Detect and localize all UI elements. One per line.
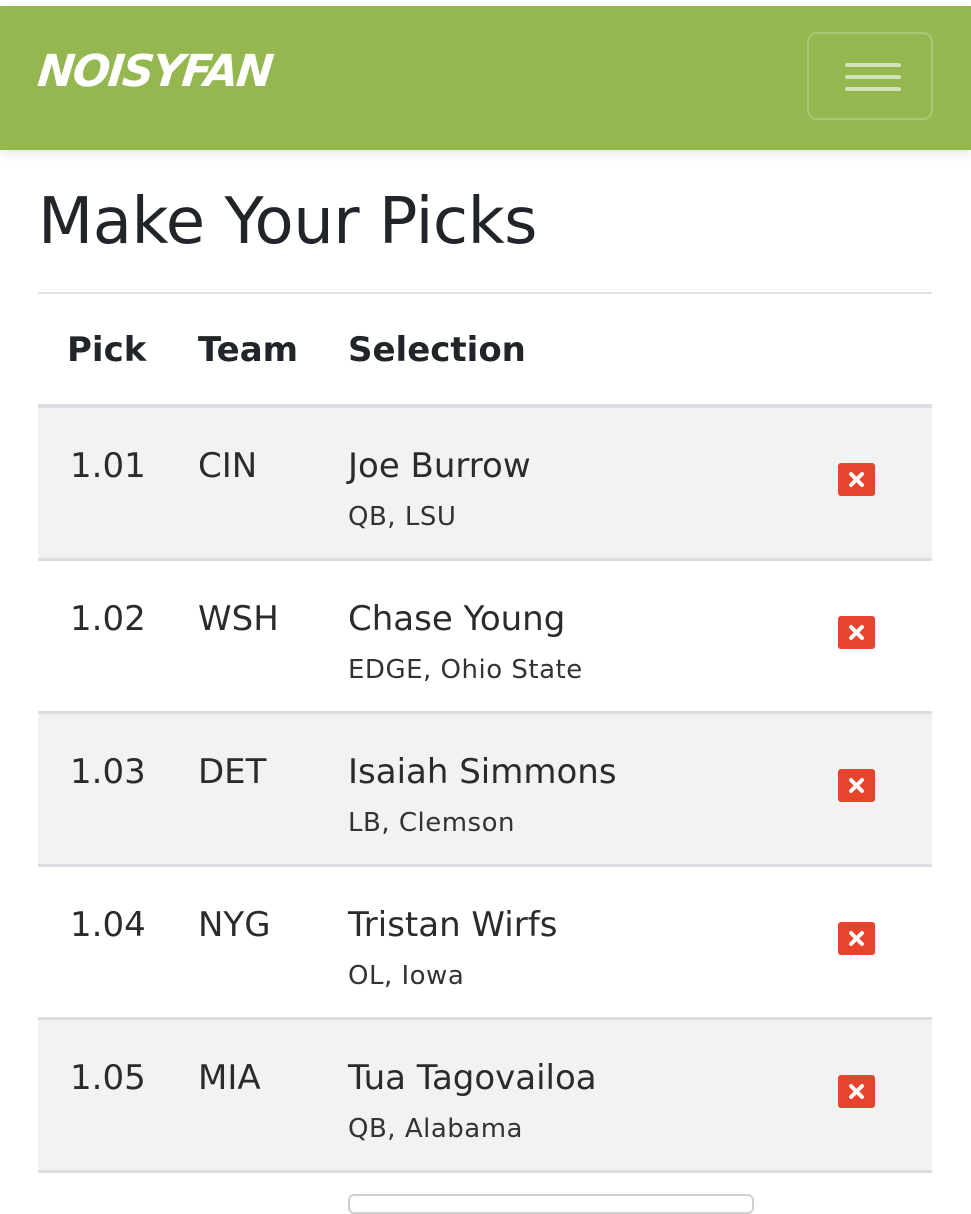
- pick-number: 1.02: [70, 599, 146, 639]
- picks-table: Pick Team Selection 1.01 CIN Joe Burrow …: [38, 292, 932, 1173]
- player-position-school: EDGE, Ohio State: [348, 655, 583, 685]
- player-name: Tristan Wirfs: [348, 905, 558, 945]
- column-header-pick: Pick: [67, 330, 147, 370]
- table-row: 1.01 CIN Joe Burrow QB, LSU: [38, 408, 932, 561]
- table-row: 1.02 WSH Chase Young EDGE, Ohio State: [38, 561, 932, 714]
- pick-number: 1.03: [70, 752, 146, 792]
- pick-number: 1.05: [70, 1058, 146, 1098]
- team-abbrev: DET: [198, 752, 267, 792]
- remove-pick-button[interactable]: [838, 769, 875, 802]
- player-position-school: QB, LSU: [348, 502, 457, 532]
- table-header: Pick Team Selection: [38, 294, 932, 408]
- next-pick-selector[interactable]: [348, 1194, 754, 1214]
- close-icon: [849, 472, 864, 487]
- player-position-school: QB, Alabama: [348, 1114, 523, 1144]
- close-icon: [849, 1084, 864, 1099]
- team-abbrev: MIA: [198, 1058, 261, 1098]
- column-header-selection: Selection: [348, 330, 526, 370]
- pick-number: 1.01: [70, 446, 146, 486]
- remove-pick-button[interactable]: [838, 922, 875, 955]
- close-icon: [849, 778, 864, 793]
- column-header-team: Team: [198, 330, 299, 370]
- table-row: 1.04 NYG Tristan Wirfs OL, Iowa: [38, 867, 932, 1020]
- team-abbrev: WSH: [198, 599, 279, 639]
- team-abbrev: NYG: [198, 905, 271, 945]
- player-position-school: LB, Clemson: [348, 808, 515, 838]
- hamburger-icon: [845, 63, 901, 67]
- brand-logo[interactable]: NOISYFAN: [35, 46, 274, 97]
- player-name: Joe Burrow: [348, 446, 531, 486]
- pick-number: 1.04: [70, 905, 146, 945]
- navbar: NOISYFAN: [0, 6, 971, 150]
- player-name: Tua Tagovailoa: [348, 1058, 597, 1098]
- close-icon: [849, 931, 864, 946]
- player-name: Chase Young: [348, 599, 566, 639]
- player-position-school: OL, Iowa: [348, 961, 465, 991]
- remove-pick-button[interactable]: [838, 1075, 875, 1108]
- remove-pick-button[interactable]: [838, 616, 875, 649]
- page-title: Make Your Picks: [38, 185, 537, 259]
- table-row: 1.05 MIA Tua Tagovailoa QB, Alabama: [38, 1020, 932, 1173]
- hamburger-icon-bar: [845, 87, 901, 91]
- table-row: 1.03 DET Isaiah Simmons LB, Clemson: [38, 714, 932, 867]
- remove-pick-button[interactable]: [838, 463, 875, 496]
- menu-toggle-button[interactable]: [807, 32, 933, 120]
- team-abbrev: CIN: [198, 446, 258, 486]
- hamburger-icon-bar: [845, 75, 901, 79]
- player-name: Isaiah Simmons: [348, 752, 617, 792]
- close-icon: [849, 625, 864, 640]
